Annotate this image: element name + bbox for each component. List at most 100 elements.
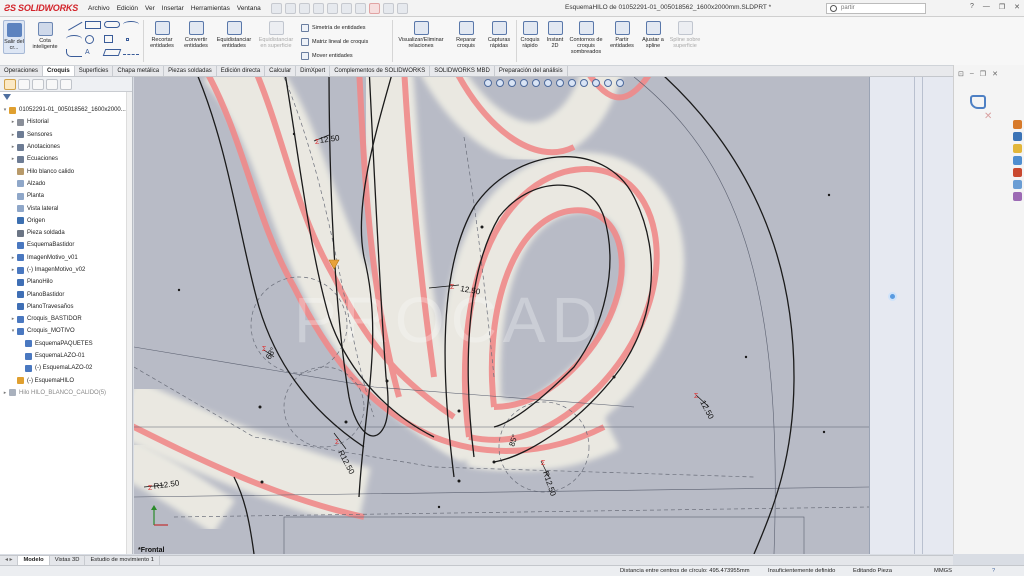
text-tool-icon[interactable]: A [85, 49, 101, 61]
sketch-point-marker[interactable] [888, 292, 897, 301]
arc-tool-icon[interactable] [66, 35, 82, 43]
filter-icon[interactable] [3, 94, 11, 100]
tree-item[interactable]: Hilo blanco calido [0, 165, 132, 177]
display-delete-relations-button[interactable]: Visualizar/Eliminar relaciones [396, 21, 446, 49]
tree-item[interactable]: ▸ Croquis_BASTIDOR [0, 313, 132, 325]
fillet-tool-icon[interactable] [66, 49, 82, 57]
expand-toggle-icon[interactable]: ▸ [10, 316, 16, 322]
minimize-doc-icon[interactable]: – [970, 70, 974, 78]
tree-item[interactable]: ▸ Hilo HILO_BLANCO_CALIDO(5) [0, 387, 132, 399]
expand-toggle-icon[interactable]: ▾ [2, 107, 8, 113]
tree-item[interactable]: ▾ 01052291-01_005018562_1600x2000... [0, 104, 132, 116]
tree-item[interactable]: PlanoHilo [0, 276, 132, 288]
tab-edicion-directa[interactable]: Edición directa [217, 66, 266, 76]
tree-item[interactable]: Planta [0, 190, 132, 202]
tree-item[interactable]: ▾ Croquis_MOTIVO [0, 325, 132, 337]
tree-item[interactable]: EsquemaBastidor [0, 239, 132, 251]
tree-item[interactable]: PlanoBastidor [0, 288, 132, 300]
tree-item[interactable]: (-) EsquemaLAZO-02 [0, 362, 132, 374]
tree-item[interactable]: ▸ (-) ImagenMotivo_v02 [0, 264, 132, 276]
display-manager-tab-icon[interactable] [60, 79, 72, 90]
expand-toggle-icon[interactable]: ▸ [10, 267, 16, 273]
propertymanager-tab-icon[interactable] [18, 79, 30, 90]
expand-toggle-icon[interactable]: ▸ [10, 255, 16, 261]
sketch-canvas[interactable]: PROCAD 12.50Σ 12.50Σ R12.50Σ R12.50Σ R12… [134, 77, 869, 554]
appearances-icon[interactable] [1013, 168, 1022, 177]
rectangle-tool-icon[interactable] [85, 21, 101, 29]
solidworks-logo[interactable]: ƧS SOLIDWORKS [0, 3, 88, 13]
centerline-tool-icon[interactable] [123, 49, 139, 55]
select-cursor-icon[interactable] [354, 2, 366, 14]
tree-item[interactable]: EsquemaPAQUETES [0, 338, 132, 350]
hide-show-items-icon[interactable] [568, 79, 576, 87]
offset-entities-button[interactable]: Equidistanciar entidades [215, 21, 253, 49]
dimxpert-tab-icon[interactable] [46, 79, 58, 90]
tree-item[interactable]: EsquemaLAZO-01 [0, 350, 132, 362]
exit-sketch-corner-icon[interactable] [970, 95, 986, 109]
featuremanager-tab-icon[interactable] [4, 79, 16, 90]
menu-insertar[interactable]: Insertar [162, 5, 184, 12]
home-icon[interactable] [270, 2, 282, 14]
tab-croquis[interactable]: Croquis [43, 66, 75, 76]
options-gear-icon[interactable] [396, 2, 408, 14]
tab-operaciones[interactable]: Operaciones [0, 66, 44, 76]
file-properties-icon[interactable] [382, 2, 394, 14]
view-settings-icon[interactable] [604, 79, 612, 87]
polygon-tool-icon[interactable] [104, 35, 113, 43]
tab-estudio-movimiento[interactable]: Estudio de movimiento 1 [85, 556, 160, 565]
solidworks-resources-icon[interactable] [1013, 120, 1022, 129]
save-icon[interactable] [312, 2, 324, 14]
tab-mbd[interactable]: SOLIDWORKS MBD [430, 66, 495, 76]
zoom-area-icon[interactable] [496, 79, 504, 87]
close-doc-icon[interactable]: ✕ [992, 70, 998, 78]
menu-ver[interactable]: Ver [145, 5, 155, 12]
tree-item[interactable]: ▸ Historial [0, 116, 132, 128]
undo-icon[interactable] [340, 2, 352, 14]
tab-vistas-3d[interactable]: Vistas 3D [50, 556, 86, 565]
section-view-icon[interactable] [520, 79, 528, 87]
split-entities-button[interactable]: Partir entidades [608, 21, 636, 49]
expand-toggle-icon[interactable]: ▸ [10, 156, 16, 162]
expand-toggle-icon[interactable]: ▸ [10, 144, 16, 150]
tree-item[interactable]: ▸ Ecuaciones [0, 153, 132, 165]
new-document-icon[interactable] [284, 2, 296, 14]
display-pane-icon[interactable] [616, 79, 624, 87]
configurationmanager-tab-icon[interactable] [32, 79, 44, 90]
restore-icon[interactable]: ❐ [999, 3, 1005, 11]
rebuild-icon[interactable] [368, 2, 380, 14]
search-input[interactable]: partir [826, 3, 926, 14]
tree-item[interactable]: PlanoTravesaños [0, 301, 132, 313]
file-explorer-icon[interactable] [1013, 144, 1022, 153]
open-folder-icon[interactable] [298, 2, 310, 14]
panel-scrollbar[interactable] [126, 92, 132, 554]
trim-entities-button[interactable]: Recortar entidades [146, 21, 178, 49]
tab-dimxpert[interactable]: DimXpert [296, 66, 331, 76]
tab-piezas-soldadas[interactable]: Piezas soldadas [164, 66, 217, 76]
dynamic-annotation-icon[interactable] [532, 79, 540, 87]
menu-ventana[interactable]: Ventana [237, 5, 261, 12]
restore-doc-icon[interactable]: ❐ [980, 70, 986, 78]
tree-item[interactable]: ▸ Anotaciones [0, 141, 132, 153]
line-tool-icon[interactable] [65, 17, 83, 31]
plane-tool-icon[interactable] [102, 49, 122, 56]
design-library-icon[interactable] [1013, 132, 1022, 141]
fit-spline-button[interactable]: Ajustar a spline [638, 21, 668, 49]
tile-view-icon[interactable]: ⊡ [958, 70, 964, 78]
tree-item[interactable]: (-) EsquemaHILO [0, 375, 132, 387]
view-palette-icon[interactable] [1013, 156, 1022, 165]
tree-item[interactable]: Alzado [0, 178, 132, 190]
tree-item[interactable]: ▸ ImagenMotivo_v01 [0, 252, 132, 264]
rapid-sketch-button[interactable]: Croquis rápido [517, 21, 543, 49]
custom-properties-icon[interactable] [1013, 180, 1022, 189]
tree-item[interactable]: ▸ Sensores [0, 129, 132, 141]
tab-complementos[interactable]: Complementos de SOLIDWORKS [330, 66, 431, 76]
repair-sketch-button[interactable]: Reparar croquis [452, 21, 480, 49]
tree-item[interactable]: Origen [0, 215, 132, 227]
tab-calcular[interactable]: Calcular [265, 66, 297, 76]
menu-archivo[interactable]: Archivo [88, 5, 110, 12]
spline-tool-icon[interactable] [123, 21, 139, 28]
linear-pattern-button[interactable]: Matriz lineal de croquis [301, 38, 368, 46]
expand-toggle-icon[interactable]: ▾ [10, 328, 16, 334]
convert-entities-button[interactable]: Convertir entidades [180, 21, 212, 49]
graphics-area[interactable]: PROCAD 12.50 Σ 12.50 Σ R12.50 Σ R12.50 Σ… [134, 77, 869, 554]
